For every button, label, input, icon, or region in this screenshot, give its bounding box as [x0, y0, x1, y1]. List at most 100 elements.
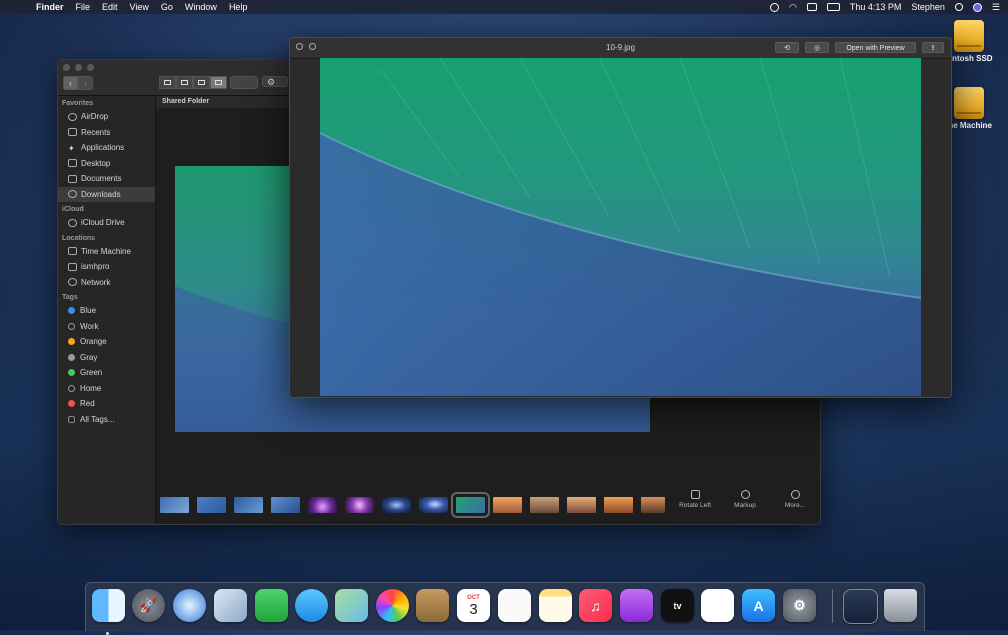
battery-icon[interactable] [826, 3, 840, 11]
thumbnail[interactable] [160, 497, 189, 513]
sidebar-item-network[interactable]: Network [58, 275, 155, 291]
menu-go[interactable]: Go [161, 2, 173, 12]
sidebar-header-favorites: Favorites [62, 100, 94, 107]
close-button[interactable] [63, 64, 70, 71]
menu-view[interactable]: View [130, 2, 149, 12]
minimize-button[interactable] [75, 64, 82, 71]
sidebar-item-label: Downloads [81, 189, 121, 199]
dock-news-icon[interactable] [701, 589, 734, 622]
dock-launchpad-icon[interactable]: 🚀 [132, 589, 165, 622]
menu-window[interactable]: Window [185, 2, 217, 12]
dock-facetime-icon[interactable] [255, 589, 288, 622]
rotate-left-action[interactable]: Rotate Left [672, 490, 718, 509]
thumbnail[interactable] [604, 497, 633, 513]
sidebar-item-recents[interactable]: Recents [58, 125, 155, 141]
dock-reminders-icon[interactable] [498, 589, 531, 622]
menu-file[interactable]: File [76, 2, 91, 12]
spotlight-icon[interactable] [954, 3, 963, 11]
dock-system-preferences-icon[interactable]: ⚙ [783, 589, 816, 622]
dock-safari-icon[interactable] [173, 589, 206, 622]
dock-calendar-icon[interactable]: OCT 3 [457, 589, 490, 622]
user-name[interactable]: Stephen [911, 2, 945, 12]
sidebar-item-time-machine[interactable]: Time Machine [58, 244, 155, 260]
icon-view-button[interactable] [159, 76, 176, 89]
list-view-button[interactable] [176, 76, 193, 89]
sidebar-item-icloud-drive[interactable]: iCloud Drive [58, 215, 155, 231]
menu-app-name[interactable]: Finder [36, 2, 64, 12]
nav-buttons: ‹ › [63, 76, 93, 90]
gallery-view-button[interactable] [210, 76, 227, 89]
thumbnail[interactable] [271, 497, 300, 513]
sidebar-item-desktop[interactable]: Desktop [58, 156, 155, 172]
tag-color-icon [68, 384, 75, 392]
column-view-button[interactable] [193, 76, 210, 89]
dock-app-store-icon[interactable]: A [742, 589, 775, 622]
wifi-icon[interactable]: ◠ [789, 2, 797, 13]
thumbnail[interactable] [382, 497, 411, 513]
dock-contacts-icon[interactable] [416, 589, 449, 622]
sidebar-tag-work[interactable]: Work [58, 319, 155, 335]
markup-action[interactable]: Markup [722, 490, 768, 509]
thumbnail[interactable] [493, 497, 522, 513]
more-action[interactable]: More... [772, 490, 818, 509]
thumbnail[interactable] [530, 497, 559, 513]
quicklook-image [320, 58, 921, 396]
dock-notes-icon[interactable] [539, 589, 572, 622]
thumbnail[interactable] [641, 497, 665, 513]
action-menu-button[interactable]: ⚙ [262, 76, 288, 87]
dock-tv-icon[interactable]: tv [661, 589, 694, 622]
thumbnail[interactable] [308, 497, 337, 513]
sidebar-tag-green[interactable]: Green [58, 365, 155, 381]
tag-color-icon [68, 338, 75, 346]
thumbnail-selected[interactable] [451, 492, 490, 518]
sidebar-tag-red[interactable]: Red [58, 396, 155, 412]
dock-finder-icon[interactable] [92, 589, 125, 635]
sidebar-item-documents[interactable]: Documents [58, 171, 155, 187]
open-with-preview-button[interactable]: Open with Preview [835, 42, 916, 53]
desktop-icon [68, 159, 77, 168]
share-button[interactable]: ⇪ [922, 42, 944, 53]
quicklook-titlebar: 10-9.jpg ⟲ ◎ Open with Preview ⇪ [290, 38, 951, 59]
tag-color-icon [68, 369, 75, 377]
tag-color-icon [68, 307, 75, 315]
menu-edit[interactable]: Edit [102, 2, 118, 12]
sidebar-item-downloads[interactable]: Downloads [58, 186, 155, 202]
siri-icon[interactable] [972, 2, 982, 12]
thumbnail[interactable] [567, 497, 596, 513]
recents-icon [68, 128, 77, 137]
sidebar-tag-orange[interactable]: Orange [58, 334, 155, 350]
sidebar-tag-alltags[interactable]: All Tags... [58, 412, 155, 428]
dock-maps-icon[interactable] [335, 589, 368, 622]
dock-trash-icon[interactable] [884, 589, 917, 622]
sidebar-item-applications[interactable]: ✦ Applications [58, 140, 155, 156]
time-machine-icon[interactable] [770, 2, 779, 12]
sidebar-item-label: Gray [80, 352, 98, 362]
clock[interactable]: Thu 4:13 PM [850, 2, 902, 12]
sidebar-tag-blue[interactable]: Blue [58, 303, 155, 319]
notification-center-icon[interactable]: ☰ [992, 2, 1000, 13]
sidebar-item-ismhpro[interactable]: ismhpro [58, 259, 155, 275]
thumbnail[interactable] [419, 497, 448, 513]
rotate-button[interactable]: ⟲ [775, 42, 799, 53]
dock-photos-icon[interactable] [376, 589, 409, 622]
thumbnail[interactable] [345, 497, 374, 513]
sidebar-item-airdrop[interactable]: AirDrop [58, 109, 155, 125]
sidebar-tag-home[interactable]: Home [58, 381, 155, 397]
dock-mail-icon[interactable] [214, 589, 247, 622]
dock-podcasts-icon[interactable] [620, 589, 653, 622]
airplay-icon[interactable] [806, 3, 817, 11]
sidebar-item-label: Red [80, 399, 95, 409]
back-button[interactable]: ‹ [63, 76, 78, 90]
group-by-button[interactable] [230, 76, 258, 89]
thumbnail[interactable] [197, 497, 226, 513]
tag-color-icon [68, 353, 75, 361]
dock-messages-icon[interactable] [295, 589, 328, 622]
menu-help[interactable]: Help [229, 2, 248, 12]
zoom-button[interactable] [87, 64, 94, 71]
forward-button[interactable]: › [78, 76, 93, 90]
dock-minimized-window-icon[interactable] [843, 589, 878, 624]
thumbnail[interactable] [234, 497, 263, 513]
markup-button[interactable]: ◎ [805, 42, 829, 53]
sidebar-tag-gray[interactable]: Gray [58, 350, 155, 366]
dock-music-icon[interactable]: ♫ [579, 589, 612, 622]
